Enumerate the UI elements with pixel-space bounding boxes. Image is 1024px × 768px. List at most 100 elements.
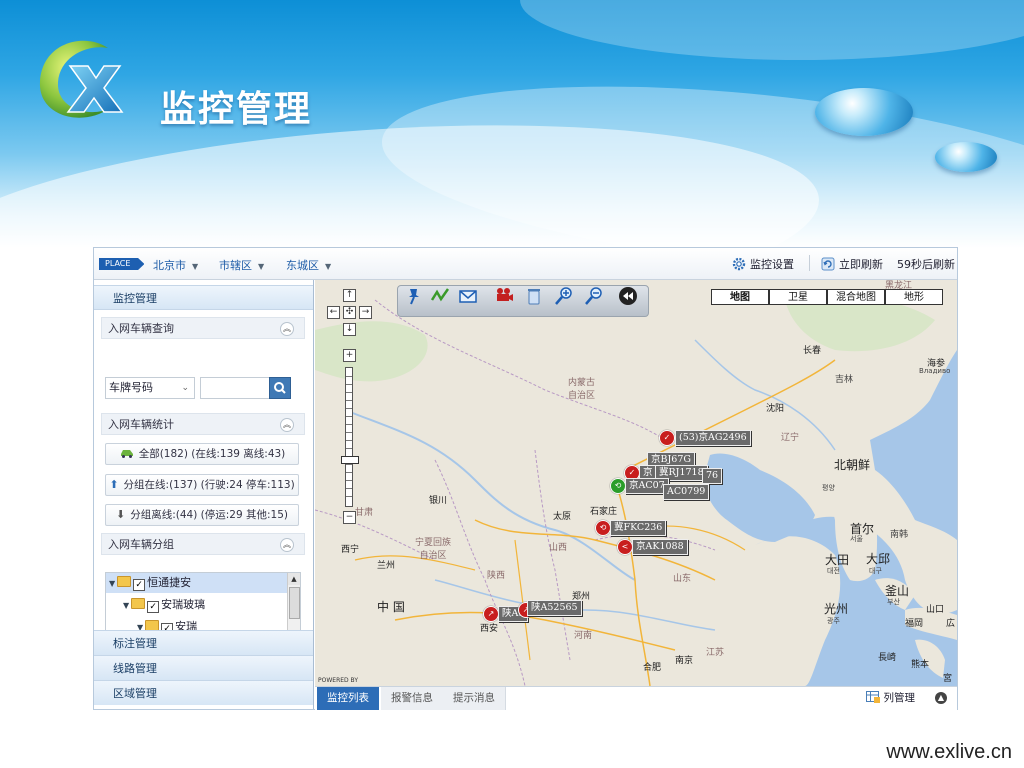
collapse-icon[interactable]: ︽ bbox=[280, 538, 294, 552]
map-label: 陕西 bbox=[487, 571, 506, 581]
breadcrumb-label: 市辖区 bbox=[219, 259, 252, 272]
map-label: 평양 bbox=[822, 484, 835, 492]
map-view[interactable]: 地图 卫星 混合地图 地形 ↑ ← ✣ → ↓ + − 黑龙江 长春 吉林 海参… bbox=[315, 280, 957, 686]
zoom-slider-thumb[interactable] bbox=[341, 456, 359, 464]
section-title: 入网车辆分组 bbox=[108, 538, 174, 551]
route-management-nav[interactable]: 线路管理 bbox=[94, 655, 313, 680]
map-type-terrain[interactable]: 地形 bbox=[885, 289, 943, 305]
select-value: 车牌号码 bbox=[109, 381, 153, 394]
rewind-icon[interactable] bbox=[618, 286, 638, 306]
map-label: 吉林 bbox=[835, 375, 854, 385]
vehicle-plate-label[interactable]: 冀FKC236 bbox=[610, 520, 667, 536]
map-label: 北朝鲜 bbox=[834, 458, 871, 472]
zoom-in-icon[interactable] bbox=[554, 286, 574, 306]
stat-label: 全部(182) (在线:139 离线:43) bbox=[138, 448, 286, 460]
folder-icon bbox=[131, 598, 146, 609]
sidebar: 监控管理 入网车辆查询 ︽ 车牌号码 ⌄ 入网车辆统计 ︽ 全部(182) (在… bbox=[94, 280, 314, 709]
mail-icon[interactable] bbox=[458, 286, 478, 306]
pan-left-button[interactable]: ← bbox=[327, 306, 340, 319]
vehicle-group-section-header[interactable]: 入网车辆分组 ︽ bbox=[101, 533, 305, 555]
trash-icon[interactable] bbox=[524, 286, 544, 306]
pan-right-button[interactable]: → bbox=[359, 306, 372, 319]
breadcrumb-label: 北京市 bbox=[153, 259, 186, 272]
map-label: 兰州 bbox=[377, 561, 396, 571]
alarm-vehicle-icon[interactable]: < bbox=[617, 539, 633, 555]
sidebar-header[interactable]: 监控管理 bbox=[94, 285, 313, 310]
refresh-icon bbox=[821, 257, 835, 271]
map-label: 太原 bbox=[553, 512, 572, 522]
vehicle-query-section-header[interactable]: 入网车辆查询 ︽ bbox=[101, 317, 305, 339]
column-manager-button[interactable]: 列管理 bbox=[865, 687, 915, 710]
map-label: 中 国 bbox=[377, 600, 405, 614]
expand-panel-icon[interactable]: ▲ bbox=[935, 692, 947, 704]
expand-triangle-icon[interactable]: ▼ bbox=[123, 601, 129, 610]
refresh-now-button[interactable]: 立即刷新 bbox=[821, 256, 883, 272]
alarm-vehicle-icon[interactable]: ↗ bbox=[483, 606, 499, 622]
tree-node[interactable]: ▼ ✓ 恒通捷安 bbox=[106, 573, 292, 593]
slide-title: 监控管理 bbox=[160, 89, 313, 130]
alarm-vehicle-icon[interactable]: ⟲ bbox=[595, 520, 611, 536]
search-field-select[interactable]: 车牌号码 ⌄ bbox=[105, 377, 195, 399]
chevron-down-icon: ▼ bbox=[258, 262, 265, 271]
footer-url: www.exlive.cn bbox=[886, 741, 1012, 763]
map-label: 甘肃 bbox=[355, 508, 374, 518]
column-manager-icon bbox=[865, 691, 880, 703]
monitor-settings-label: 监控设置 bbox=[750, 258, 794, 271]
pushpin-icon[interactable] bbox=[404, 286, 424, 306]
breadcrumb-province[interactable]: 北京市 ▼ bbox=[153, 257, 198, 273]
zoom-in-button[interactable]: + bbox=[343, 349, 356, 362]
tree-node-label: 恒通捷安 bbox=[147, 576, 192, 589]
vehicle-plate-label[interactable]: (53)京AG2496 bbox=[675, 430, 751, 446]
collapse-icon[interactable]: ︽ bbox=[280, 418, 294, 432]
vehicle-plate-label[interactable]: AC0799 bbox=[663, 484, 710, 500]
group-online-button[interactable]: ⬆ 分组在线:(137) (行驶:24 停车:113) bbox=[105, 474, 299, 496]
map-label: 黑龙江 bbox=[885, 281, 913, 291]
collapse-icon[interactable]: ︽ bbox=[280, 322, 294, 336]
place-badge: PLACE bbox=[99, 258, 145, 270]
map-label: 光州 bbox=[824, 602, 849, 616]
powered-by-label: POWERED BY bbox=[318, 677, 359, 684]
pan-down-button[interactable]: ↓ bbox=[343, 323, 356, 336]
online-vehicle-icon[interactable]: ⟲ bbox=[610, 478, 626, 494]
breadcrumb-district[interactable]: 东城区 ▼ bbox=[286, 257, 331, 273]
vehicle-plate-label[interactable]: 京AK1088 bbox=[632, 539, 688, 555]
map-label: 西安 bbox=[480, 624, 499, 634]
vehicle-stats-section-header[interactable]: 入网车辆统计 ︽ bbox=[101, 413, 305, 435]
route-icon[interactable] bbox=[430, 286, 450, 306]
scroll-thumb[interactable] bbox=[289, 587, 300, 619]
chevron-down-icon: ⌄ bbox=[181, 383, 189, 393]
map-label: 内蒙古 自治区 bbox=[568, 378, 596, 401]
monitor-settings-button[interactable]: 监控设置 bbox=[732, 256, 794, 272]
group-offline-button[interactable]: ⬇ 分组离线:(44) (停运:29 其他:15) bbox=[105, 504, 299, 526]
marker-management-nav[interactable]: 标注管理 bbox=[94, 630, 313, 655]
map-label: 부산 bbox=[887, 598, 900, 606]
vehicle-plate-label[interactable]: 76 bbox=[702, 468, 723, 484]
map-type-hybrid[interactable]: 混合地图 bbox=[827, 289, 885, 305]
search-input[interactable] bbox=[200, 377, 270, 399]
breadcrumb-city[interactable]: 市辖区 ▼ bbox=[219, 257, 264, 273]
pan-center-button[interactable]: ✣ bbox=[343, 306, 356, 319]
tree-checkbox[interactable]: ✓ bbox=[133, 579, 146, 591]
map-label: Владиво bbox=[919, 367, 951, 375]
zoom-slider-track[interactable] bbox=[345, 367, 353, 507]
tab-monitor-list[interactable]: 监控列表 bbox=[317, 687, 379, 710]
zoom-out-icon[interactable] bbox=[584, 286, 604, 306]
map-type-satellite[interactable]: 卫星 bbox=[769, 289, 827, 305]
search-button[interactable] bbox=[269, 377, 291, 399]
tree-node[interactable]: ▼ ✓ 安瑞玻璃 bbox=[106, 595, 205, 615]
expand-triangle-icon[interactable]: ▼ bbox=[109, 579, 115, 588]
alarm-vehicle-icon[interactable]: ✓ bbox=[659, 430, 675, 446]
vehicle-plate-label[interactable]: 陕A52565 bbox=[527, 600, 582, 616]
scroll-up-icon[interactable]: ▲ bbox=[288, 573, 300, 585]
pan-up-button[interactable]: ↑ bbox=[343, 289, 356, 302]
map-type-map[interactable]: 地图 bbox=[711, 289, 769, 305]
camera-icon[interactable] bbox=[494, 286, 514, 306]
stat-label: 分组离线:(44) (停运:29 其他:15) bbox=[130, 509, 288, 521]
area-management-nav[interactable]: 区域管理 bbox=[94, 680, 313, 705]
tree-checkbox[interactable]: ✓ bbox=[147, 601, 160, 613]
map-label: 광주 bbox=[827, 617, 840, 625]
tab-alarm-info[interactable]: 报警信息 bbox=[381, 687, 444, 710]
map-label: 山东 bbox=[673, 574, 692, 584]
all-vehicles-button[interactable]: 全部(182) (在线:139 离线:43) bbox=[105, 443, 299, 465]
tab-notifications[interactable]: 提示消息 bbox=[443, 687, 506, 710]
